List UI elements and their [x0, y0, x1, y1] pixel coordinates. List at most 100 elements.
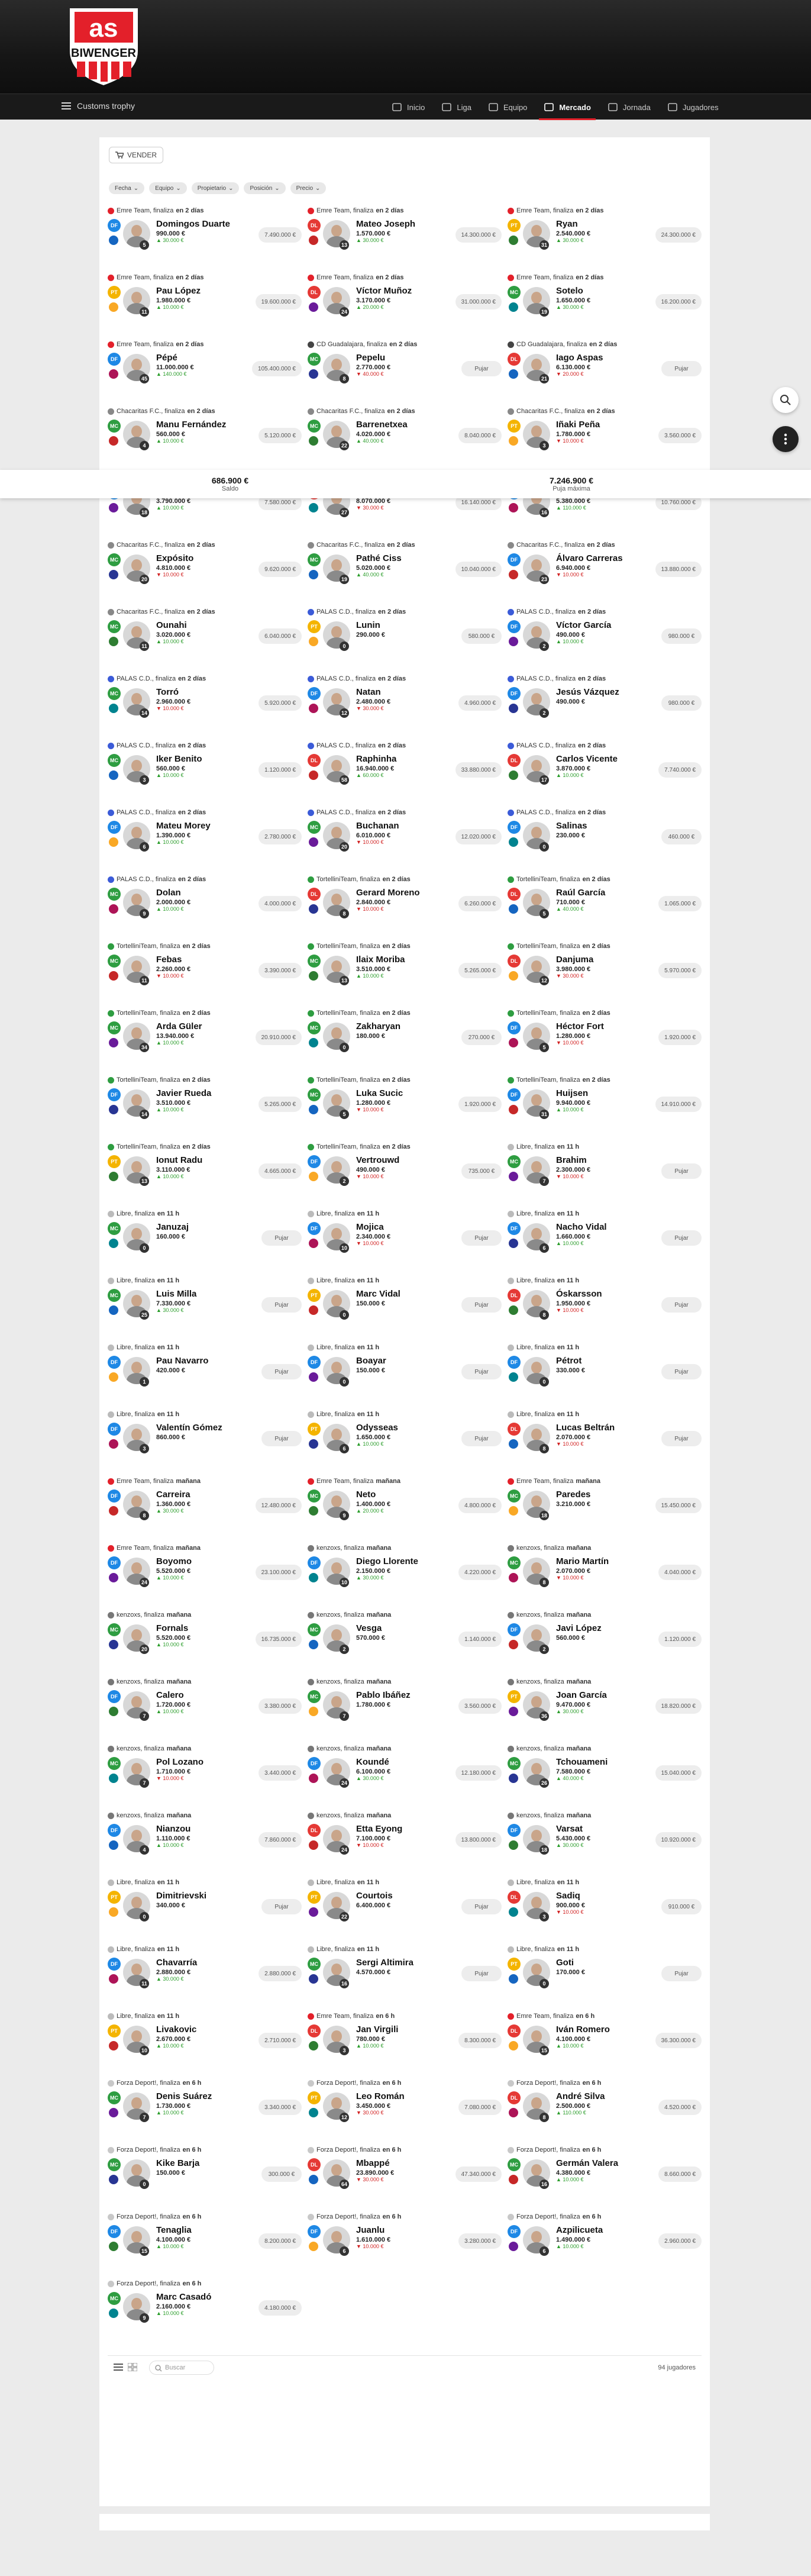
- player-name[interactable]: Dolan: [156, 888, 245, 898]
- player-name[interactable]: Iván Romero: [556, 2024, 645, 2035]
- player-card[interactable]: Forza Deport!, finaliza en 6 h DF 15 Tenagli…: [108, 2212, 302, 2276]
- player-card[interactable]: PALAS C.D., finaliza en 2 días MC 14 Torró 2.…: [108, 674, 302, 738]
- bid-button[interactable]: Pujar: [461, 1431, 502, 1446]
- player-card[interactable]: kenzoxs, finaliza mañana MC 2 Vesga 570.000 €…: [308, 1610, 502, 1674]
- bid-button[interactable]: 980.000 €: [661, 628, 702, 644]
- bid-button[interactable]: 2.880.000 €: [259, 1966, 302, 1981]
- player-card[interactable]: Emre Team, finaliza mañana MC 9 Neto 1.400.00…: [308, 1476, 502, 1540]
- player-name[interactable]: Jan Virgili: [356, 2024, 445, 2035]
- bid-button[interactable]: 31.000.000 €: [455, 294, 502, 309]
- player-name[interactable]: Salinas: [556, 821, 645, 831]
- bid-button[interactable]: 15.450.000 €: [655, 1498, 702, 1513]
- player-card[interactable]: PALAS C.D., finaliza en 2 días DF 2 Jesús Vá…: [508, 674, 702, 738]
- nav-item-jornada[interactable]: Jornada: [599, 94, 659, 120]
- player-name[interactable]: Raphinha: [356, 754, 445, 764]
- player-name[interactable]: Gerard Moreno: [356, 888, 445, 898]
- player-name[interactable]: Nacho Vidal: [556, 1222, 645, 1232]
- bid-button[interactable]: 6.040.000 €: [259, 628, 302, 644]
- player-card[interactable]: Emre Team, finaliza en 2 días PT 31 Ryan 2.54…: [508, 206, 702, 270]
- player-card[interactable]: PALAS C.D., finaliza en 2 días DL 17 Carlos …: [508, 741, 702, 805]
- player-card[interactable]: Chacaritas F.C., finaliza en 2 días MC 4 Man…: [108, 407, 302, 470]
- bid-button[interactable]: 47.340.000 €: [455, 2166, 502, 2182]
- nav-item-liga[interactable]: Liga: [433, 94, 480, 120]
- player-card[interactable]: Forza Deport!, finaliza en 6 h DL 8 André Si…: [508, 2078, 702, 2142]
- player-card[interactable]: Chacaritas F.C., finaliza en 2 días MC 22 Ba…: [308, 407, 502, 470]
- player-name[interactable]: Calero: [156, 1690, 245, 1700]
- bid-button[interactable]: 33.880.000 €: [455, 762, 502, 778]
- player-name[interactable]: Ryan: [556, 219, 645, 229]
- player-card[interactable]: Libre, finaliza en 11 h DF 1 Pau Navarro 420.…: [108, 1343, 302, 1407]
- bid-button[interactable]: 4.180.000 €: [259, 2300, 302, 2316]
- player-name[interactable]: Kike Barja: [156, 2158, 245, 2168]
- bid-button[interactable]: 12.180.000 €: [455, 1765, 502, 1781]
- player-name[interactable]: Ilaix Moriba: [356, 955, 445, 965]
- bid-button[interactable]: 1.120.000 €: [658, 1632, 702, 1647]
- player-name[interactable]: Domingos Duarte: [156, 219, 245, 229]
- player-card[interactable]: Libre, finaliza en 11 h DL 3 Sadiq 900.000 € ▼…: [508, 1878, 702, 1942]
- bid-button[interactable]: Pujar: [661, 361, 702, 376]
- more-options-fab[interactable]: [773, 426, 799, 452]
- list-view-icon[interactable]: [114, 2363, 123, 2371]
- bid-button[interactable]: 980.000 €: [661, 695, 702, 711]
- bid-button[interactable]: 300.000 €: [261, 2166, 302, 2182]
- player-card[interactable]: TortelliniTeam, finaliza en 2 días MC 11 Feb…: [108, 942, 302, 1005]
- player-name[interactable]: Odysseas: [356, 1423, 445, 1433]
- player-name[interactable]: Lucas Beltrán: [556, 1423, 645, 1433]
- player-card[interactable]: CD Guadalajara, finaliza en 2 días DL 21 Iag…: [508, 340, 702, 404]
- player-name[interactable]: Expósito: [156, 553, 245, 563]
- player-card[interactable]: kenzoxs, finaliza mañana DF 4 Nianzou 1.110.0…: [108, 1811, 302, 1875]
- bid-button[interactable]: Pujar: [261, 1431, 302, 1446]
- player-name[interactable]: Germán Valera: [556, 2158, 645, 2168]
- player-name[interactable]: Sotelo: [556, 286, 645, 296]
- player-card[interactable]: TortelliniTeam, finaliza en 2 días MC 34 Ard…: [108, 1008, 302, 1072]
- bid-button[interactable]: 5.970.000 €: [658, 963, 702, 978]
- filter-chip[interactable]: Precio ⌄: [290, 182, 327, 194]
- player-name[interactable]: Álvaro Carreras: [556, 553, 645, 563]
- player-name[interactable]: Arda Güler: [156, 1021, 245, 1031]
- player-name[interactable]: Denis Suárez: [156, 2091, 245, 2101]
- player-name[interactable]: André Silva: [556, 2091, 645, 2101]
- player-name[interactable]: Ionut Radu: [156, 1155, 245, 1165]
- player-card[interactable]: Libre, finaliza en 11 h DF 3 Valentín Gómez 8…: [108, 1410, 302, 1474]
- player-name[interactable]: Vertrouwd: [356, 1155, 445, 1165]
- bid-button[interactable]: 4.220.000 €: [458, 1565, 502, 1580]
- bid-button[interactable]: Pujar: [661, 1364, 702, 1379]
- bid-button[interactable]: 10.040.000 €: [455, 562, 502, 577]
- player-card[interactable]: TortelliniTeam, finaliza en 2 días DF 31 Hui…: [508, 1075, 702, 1139]
- bid-button[interactable]: 4.665.000 €: [259, 1163, 302, 1179]
- player-name[interactable]: Azpilicueta: [556, 2225, 645, 2235]
- bid-button[interactable]: 105.400.000 €: [252, 361, 302, 376]
- player-card[interactable]: Libre, finaliza en 11 h PT 10 Livakovic 2.670…: [108, 2011, 302, 2075]
- player-name[interactable]: Ounahi: [156, 620, 245, 630]
- player-card[interactable]: Libre, finaliza en 11 h DF 11 Chavarría 2.880…: [108, 1945, 302, 2008]
- bid-button[interactable]: 2.960.000 €: [658, 2233, 702, 2249]
- bid-button[interactable]: 1.065.000 €: [658, 896, 702, 911]
- player-card[interactable]: kenzoxs, finaliza mañana DF 10 Diego Llorent…: [308, 1543, 502, 1607]
- player-name[interactable]: Pau Navarro: [156, 1356, 245, 1366]
- bid-button[interactable]: 3.380.000 €: [259, 1698, 302, 1714]
- player-card[interactable]: Forza Deport!, finaliza en 6 h DF 6 Azpilicu…: [508, 2212, 702, 2276]
- player-name[interactable]: Barrenetxea: [356, 420, 445, 430]
- player-name[interactable]: Tchouameni: [556, 1757, 645, 1767]
- player-card[interactable]: Libre, finaliza en 11 h DL 8 Óskarsson 1.950.…: [508, 1276, 702, 1340]
- player-card[interactable]: Emre Team, finaliza mañana DF 8 Carreira 1.36…: [108, 1476, 302, 1540]
- bid-button[interactable]: 12.020.000 €: [455, 829, 502, 844]
- bid-button[interactable]: 20.910.000 €: [255, 1030, 302, 1045]
- player-card[interactable]: TortelliniTeam, finaliza en 2 días DL 5 Raúl…: [508, 875, 702, 939]
- player-name[interactable]: Mario Martín: [556, 1556, 645, 1566]
- player-name[interactable]: Mbappé: [356, 2158, 445, 2168]
- player-name[interactable]: Januzaj: [156, 1222, 245, 1232]
- player-name[interactable]: Diego Llorente: [356, 1556, 445, 1566]
- bid-button[interactable]: 3.560.000 €: [458, 1698, 502, 1714]
- player-card[interactable]: PALAS C.D., finaliza en 2 días DF 12 Natan 2.…: [308, 674, 502, 738]
- search-fab[interactable]: [773, 387, 799, 413]
- player-name[interactable]: Carreira: [156, 1489, 245, 1500]
- player-card[interactable]: TortelliniTeam, finaliza en 2 días DL 12 Dan…: [508, 942, 702, 1005]
- player-card[interactable]: Libre, finaliza en 11 h DF 0 Pétrot 330.000 €…: [508, 1343, 702, 1407]
- bid-button[interactable]: 1.920.000 €: [658, 1030, 702, 1045]
- bid-button[interactable]: 7.080.000 €: [458, 2100, 502, 2115]
- bid-button[interactable]: 5.920.000 €: [259, 695, 302, 711]
- bid-button[interactable]: 16.735.000 €: [255, 1632, 302, 1647]
- player-name[interactable]: Buchanan: [356, 821, 445, 831]
- player-card[interactable]: TortelliniTeam, finaliza en 2 días MC 0 Zakh…: [308, 1008, 502, 1072]
